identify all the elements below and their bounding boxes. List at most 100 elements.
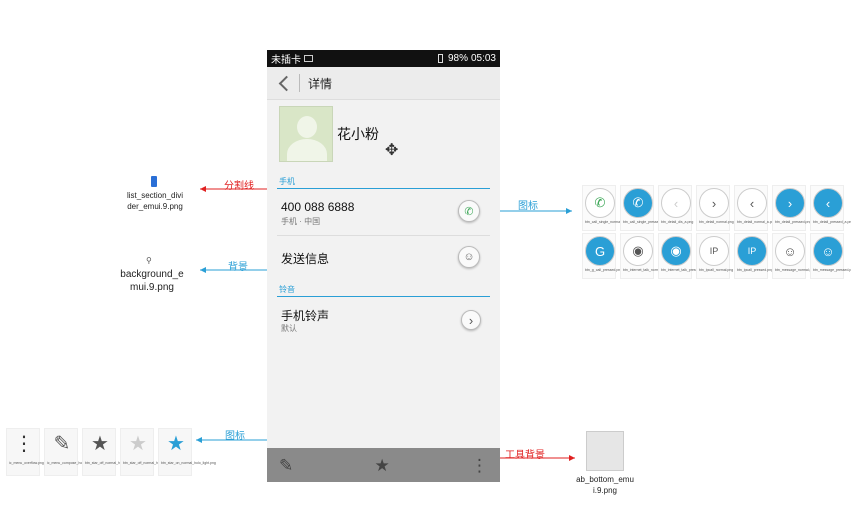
resource-filename: btn_internet_talk_normal.png xyxy=(623,268,669,272)
contact-avatar[interactable] xyxy=(279,106,333,162)
section-header-ringtone: 铃音 xyxy=(279,285,295,294)
toolbar-annotation: 工具背景 xyxy=(505,450,545,461)
resource-filename: btn_call_single_pressed.png xyxy=(623,220,668,224)
action-bar-divider xyxy=(299,74,300,92)
ringtone-label[interactable]: 手机铃声 xyxy=(281,307,329,324)
resource-filename: btn_detail_dis_a.png xyxy=(661,220,694,224)
toolbar-resource-filename: btn_star_on_normal_holo_light.png xyxy=(161,461,216,465)
move-cursor-icon: ✥ xyxy=(385,142,399,159)
resource-icon: IP xyxy=(699,236,729,266)
resource-filename: btn_g_call_pressed.png xyxy=(585,268,623,272)
resource-filename: btn_ipcall_normal.png xyxy=(699,268,734,272)
section-header-phone: 手机 xyxy=(279,177,295,186)
back-arrow-icon[interactable] xyxy=(273,67,295,100)
background-asset-label: background_e mui.9.png xyxy=(120,269,184,293)
icon-resource-tile: ☺ btn_message_normal.png xyxy=(772,233,816,279)
phone-location: 手机 · 中国 xyxy=(281,217,321,226)
call-button[interactable]: ✆ xyxy=(458,200,480,222)
background-annotation: 背景 xyxy=(228,262,248,273)
toolbar-resource-filename: btn_star_off_normal_holo_light.png xyxy=(123,461,178,465)
battery-icon xyxy=(437,54,443,63)
toolbar-resource-tile: ★ btn_star_off_normal_holo_dark.png xyxy=(82,428,141,476)
divider-asset-label: list_section_divi der_emui.9.png xyxy=(126,191,184,211)
resource-filename: btn_ipcall_pressed.png xyxy=(737,268,773,272)
resource-filename: btn_detail_pressed_a.png xyxy=(813,220,851,224)
carrier-label: 未插卡 xyxy=(271,55,301,66)
row-divider xyxy=(277,235,490,236)
resource-filename: btn_detail_pressed.png xyxy=(775,220,812,224)
battery-level: 98% xyxy=(447,53,468,64)
resource-icon: › xyxy=(699,188,729,218)
resource-icon: ✆ xyxy=(585,188,615,218)
toolbar-resource-icon: ✎ xyxy=(53,433,71,455)
icon-resource-tile: IP btn_ipcall_pressed.png xyxy=(734,233,773,279)
phone-icon: ✆ xyxy=(464,205,474,218)
ringtone-value: 默认 xyxy=(281,324,297,333)
resource-icon: ☺ xyxy=(775,236,805,266)
icon-resource-tile: IP btn_ipcall_normal.png xyxy=(696,233,734,279)
resource-icon: › xyxy=(775,188,805,218)
resource-filename: btn_detail_normal_a.png xyxy=(737,220,776,224)
section-divider-ringtone xyxy=(277,296,490,297)
resource-icon: G xyxy=(585,236,615,266)
divider-asset-icon xyxy=(151,176,157,187)
message-button[interactable]: ☺ xyxy=(458,246,480,268)
resource-filename: btn_message_normal.png xyxy=(775,268,816,272)
resource-filename: btn_internet_talk_pressed.png xyxy=(661,268,709,272)
toolbar-resource-filename: btn_star_off_normal_holo_dark.png xyxy=(85,461,141,465)
icon-resource-tile: ☺ btn_message_pressed.png xyxy=(810,233,851,279)
icon-resource-tile: › btn_detail_pressed.png xyxy=(772,185,812,231)
resource-icon: ‹ xyxy=(813,188,843,218)
message-icon: ☺ xyxy=(463,251,475,263)
resource-filename: btn_call_single_normal.png xyxy=(585,220,628,224)
resource-icon: ‹ xyxy=(737,188,767,218)
phone-screen: 未插卡 98% 05:03 详情 花小粉 ✥ 手机 400 088 6888 手… xyxy=(267,50,500,482)
icon-resource-tile: ✆ btn_call_single_pressed.png xyxy=(620,185,668,231)
edit-icon[interactable]: ✎ xyxy=(279,457,293,474)
contact-name: 花小粉 xyxy=(337,126,379,142)
send-message-label[interactable]: 发送信息 xyxy=(281,250,329,267)
bottom-toolbar: ✎ ★ ⋮ xyxy=(267,448,500,482)
toolbar-resource-icon: ★ xyxy=(129,433,147,455)
toolbar-resource-filename: ic_menu_compose_holo_dark.png xyxy=(47,461,101,465)
avatar-head-shape xyxy=(297,116,317,138)
icon-resource-tile: ‹ btn_detail_pressed_a.png xyxy=(810,185,851,231)
icon-resource-tile: ✆ btn_call_single_normal.png xyxy=(582,185,628,231)
resource-icon: ◉ xyxy=(623,236,653,266)
section-divider-phone xyxy=(277,188,490,189)
toolbar-resource-tile: ★ btn_star_on_normal_holo_light.png xyxy=(158,428,216,476)
resource-icon: ☺ xyxy=(813,236,843,266)
resource-icon: ✆ xyxy=(623,188,653,218)
icon-left-annotation: 图标 xyxy=(225,431,245,442)
toolbar-resource-tile: ★ btn_star_off_normal_holo_light.png xyxy=(120,428,178,476)
slide-canvas: 分割线 背景 图标 图标 工具背景 list_section_divi der_… xyxy=(0,0,851,505)
background-asset-icon: ⚲ xyxy=(146,256,152,265)
divider-annotation: 分割线 xyxy=(224,181,254,192)
toolbar-resource-filename: ic_menu_overflow.png xyxy=(9,461,44,465)
toolbar-resource-icon: ★ xyxy=(167,433,185,455)
icon-resource-tile: ◉ btn_internet_talk_normal.png xyxy=(620,233,669,279)
toolbar-resource-icon: ⋮ xyxy=(14,433,34,455)
icon-resource-tile: ◉ btn_internet_talk_pressed.png xyxy=(658,233,709,279)
image-notification-icon xyxy=(304,55,313,62)
status-right: 98% 05:03 xyxy=(437,53,496,64)
icon-resource-tile: ‹ btn_detail_normal_a.png xyxy=(734,185,776,231)
icon-resource-tile: Gbtn_g_call_pressed.png xyxy=(582,233,623,279)
resource-filename: btn_message_pressed.png xyxy=(813,268,851,272)
toolbar-resource-tile: ⋮ ic_menu_overflow.png xyxy=(6,428,44,476)
chevron-right-icon: › xyxy=(468,312,474,328)
toolbar-asset-thumb xyxy=(586,431,624,471)
page-title: 详情 xyxy=(308,76,333,91)
resource-icon: IP xyxy=(737,236,767,266)
resource-icon: ‹ xyxy=(661,188,691,218)
overflow-menu-icon[interactable]: ⋮ xyxy=(471,457,488,474)
icon-resource-tile: › btn_detail_normal.png xyxy=(696,185,734,231)
ringtone-detail-button[interactable]: › xyxy=(461,310,481,330)
icon-right-annotation: 图标 xyxy=(518,201,538,212)
toolbar-resource-icon: ★ xyxy=(91,433,109,455)
resource-icon: ◉ xyxy=(661,236,691,266)
star-icon[interactable]: ★ xyxy=(375,457,390,474)
phone-number[interactable]: 400 088 6888 xyxy=(281,200,354,214)
icon-resource-tile: ‹ btn_detail_dis_a.png xyxy=(658,185,694,231)
avatar-body-shape xyxy=(287,139,327,161)
